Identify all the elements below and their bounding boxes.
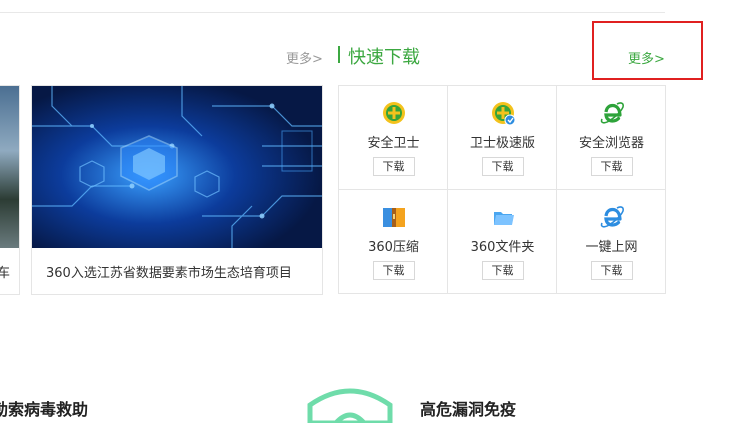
shield-icon (307, 388, 393, 423)
360-browser-icon (599, 100, 625, 126)
download-grid: 安全卫士 下载 卫士极速版 下载 安全浏览器 下载 360压缩 下载 360文件… (338, 85, 666, 294)
news-more-link[interactable]: 更多> (286, 48, 323, 67)
download-label: 360文件夹 (470, 240, 535, 255)
download-item-ie[interactable]: 一键上网 下载 (557, 190, 666, 294)
news-image-partial (0, 86, 19, 248)
360-folder-icon (490, 204, 516, 230)
top-divider (0, 12, 665, 13)
vulnerability-immunity-title[interactable]: 高危漏洞免疫 (420, 396, 516, 420)
download-button[interactable]: 下载 (590, 261, 633, 280)
news-card[interactable]: 360入选江苏省数据要素市场生态培育项目 (31, 85, 323, 295)
news-caption-partial: 车 (0, 262, 10, 281)
download-label: 卫士极速版 (469, 136, 535, 151)
news-card-partial[interactable]: 车 (0, 85, 20, 295)
download-item-browser[interactable]: 安全浏览器 下载 (557, 86, 666, 190)
news-image (32, 86, 322, 248)
download-label: 一键上网 (585, 240, 638, 255)
download-item-zip[interactable]: 360压缩 下载 (339, 190, 448, 294)
download-item-safe-guard[interactable]: 安全卫士 下载 (339, 86, 448, 190)
section-accent-bar (338, 46, 340, 63)
download-label: 360压缩 (368, 240, 419, 255)
quick-download-title: 快速下载 (348, 47, 420, 68)
360-zip-icon (381, 204, 407, 230)
highlight-box (592, 21, 703, 80)
download-item-folder[interactable]: 360文件夹 下载 (448, 190, 557, 294)
download-button[interactable]: 下载 (372, 261, 415, 280)
ransomware-rescue-title[interactable]: 勒索病毒救助 (0, 396, 88, 420)
download-button[interactable]: 下载 (372, 157, 415, 176)
360-safe-guard-icon (381, 100, 407, 126)
360-safe-speed-icon (490, 100, 516, 126)
download-button[interactable]: 下载 (481, 261, 524, 280)
circuit-board-image (32, 86, 322, 248)
360-ie-browser-icon (599, 204, 625, 230)
download-item-safe-speed[interactable]: 卫士极速版 下载 (448, 86, 557, 190)
download-label: 安全卫士 (367, 136, 420, 151)
download-label: 安全浏览器 (578, 136, 644, 151)
download-button[interactable]: 下载 (481, 157, 524, 176)
news-caption: 360入选江苏省数据要素市场生态培育项目 (46, 266, 292, 281)
download-button[interactable]: 下载 (590, 157, 633, 176)
